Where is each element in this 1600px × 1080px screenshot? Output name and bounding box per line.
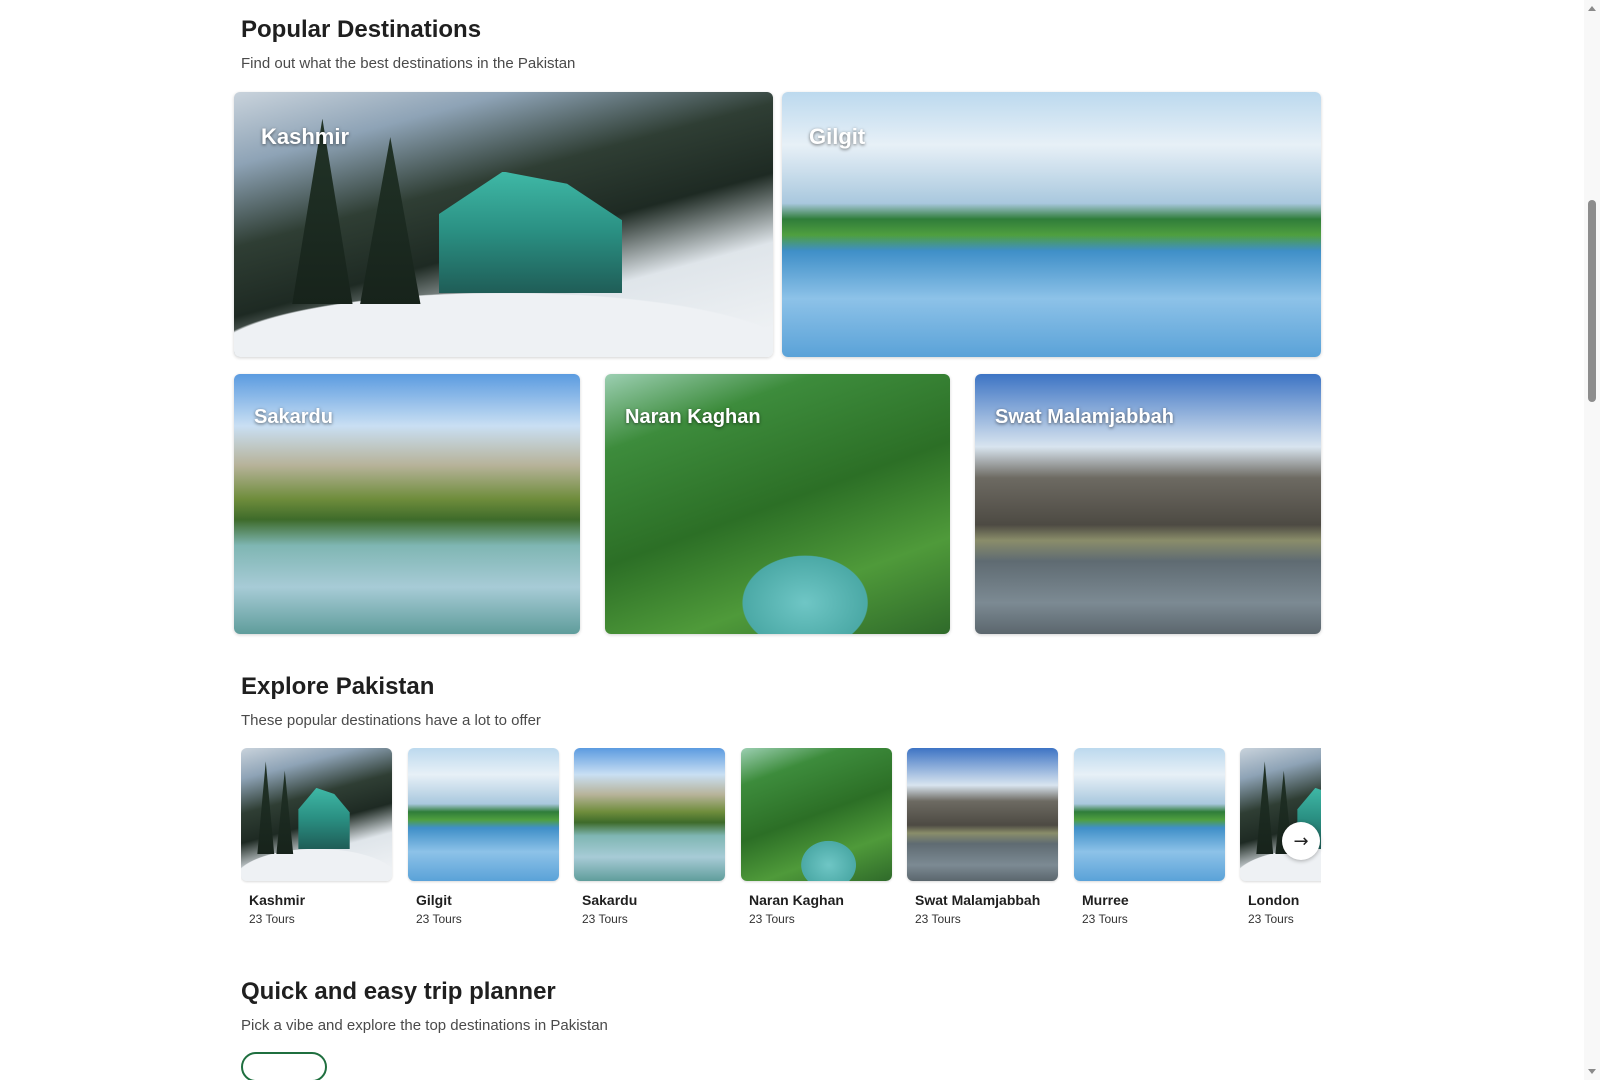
arrow-right-icon: →	[1293, 830, 1309, 852]
card-tour-count: 23 Tours	[249, 912, 295, 926]
page: Popular Destinations Find out what the b…	[0, 0, 1600, 1080]
scroll-down-arrow-icon[interactable]	[1588, 1069, 1596, 1074]
card-name: Kashmir	[249, 892, 306, 908]
card-tour-count: 23 Tours	[915, 912, 961, 926]
card-tour-count: 23 Tours	[582, 912, 628, 926]
destination-tile-label: Naran Kaghan	[625, 406, 761, 428]
destination-tile-label: Sakardu	[254, 406, 333, 428]
card-name: Gilgit	[416, 892, 452, 908]
card-name: Swat Malamjabbah	[915, 892, 1041, 908]
card-thumbnail	[741, 748, 892, 881]
explore-card-murree[interactable]: Murree 23 Tours	[1074, 748, 1225, 926]
explore-card-sakardu[interactable]: Sakardu 23 Tours	[574, 748, 725, 926]
card-tour-count: 23 Tours	[749, 912, 795, 926]
scroll-up-arrow-icon[interactable]	[1588, 6, 1596, 11]
explore-pakistan-subtitle: These popular destinations have a lot to…	[241, 712, 541, 729]
destination-tile-label: Gilgit	[809, 124, 866, 149]
card-tour-count: 23 Tours	[1082, 912, 1128, 926]
card-thumbnail	[241, 748, 392, 881]
card-thumbnail	[1240, 748, 1321, 881]
chalet-image	[438, 171, 623, 294]
explore-carousel: Kashmir 23 Tours Gilgit 23 Tours Sakardu…	[241, 748, 1321, 938]
scrollbar-thumb[interactable]	[1588, 200, 1596, 402]
explore-card-naran-kaghan[interactable]: Naran Kaghan 23 Tours	[741, 748, 892, 926]
trip-planner-subtitle: Pick a vibe and explore the top destinat…	[241, 1017, 608, 1034]
destination-tile-label: Kashmir	[261, 124, 350, 149]
explore-pakistan-title: Explore Pakistan	[241, 673, 435, 700]
destination-tile-kashmir[interactable]: Kashmir	[234, 92, 773, 357]
card-tour-count: 23 Tours	[416, 912, 462, 926]
card-name: Sakardu	[582, 892, 638, 908]
vibe-filter-pill[interactable]	[241, 1052, 327, 1080]
popular-destinations-subtitle: Find out what the best destinations in t…	[241, 55, 576, 72]
explore-card-gilgit[interactable]: Gilgit 23 Tours	[408, 748, 559, 926]
destination-tile-gilgit[interactable]: Gilgit	[782, 92, 1321, 357]
destination-tile-naran-kaghan[interactable]: Naran Kaghan	[605, 374, 950, 634]
card-thumbnail	[408, 748, 559, 881]
card-tour-count: 23 Tours	[1248, 912, 1294, 926]
card-name: London	[1248, 892, 1300, 908]
destination-tile-label: Swat Malamjabbah	[995, 406, 1174, 428]
card-name: Murree	[1082, 892, 1129, 908]
trip-planner-title: Quick and easy trip planner	[241, 978, 556, 1005]
card-thumbnail	[574, 748, 725, 881]
carousel-next-button[interactable]: →	[1282, 822, 1320, 860]
page-scrollbar[interactable]	[1584, 0, 1600, 1080]
destination-tile-swat-malamjabbah[interactable]: Swat Malamjabbah	[975, 374, 1321, 634]
destination-tile-sakardu[interactable]: Sakardu	[234, 374, 580, 634]
popular-destinations-title: Popular Destinations	[241, 16, 482, 43]
card-thumbnail	[907, 748, 1058, 881]
explore-card-kashmir[interactable]: Kashmir 23 Tours	[241, 748, 392, 926]
card-thumbnail	[1074, 748, 1225, 881]
explore-card-swat-malamjabbah[interactable]: Swat Malamjabbah 23 Tours	[907, 748, 1058, 926]
card-name: Naran Kaghan	[749, 892, 844, 908]
